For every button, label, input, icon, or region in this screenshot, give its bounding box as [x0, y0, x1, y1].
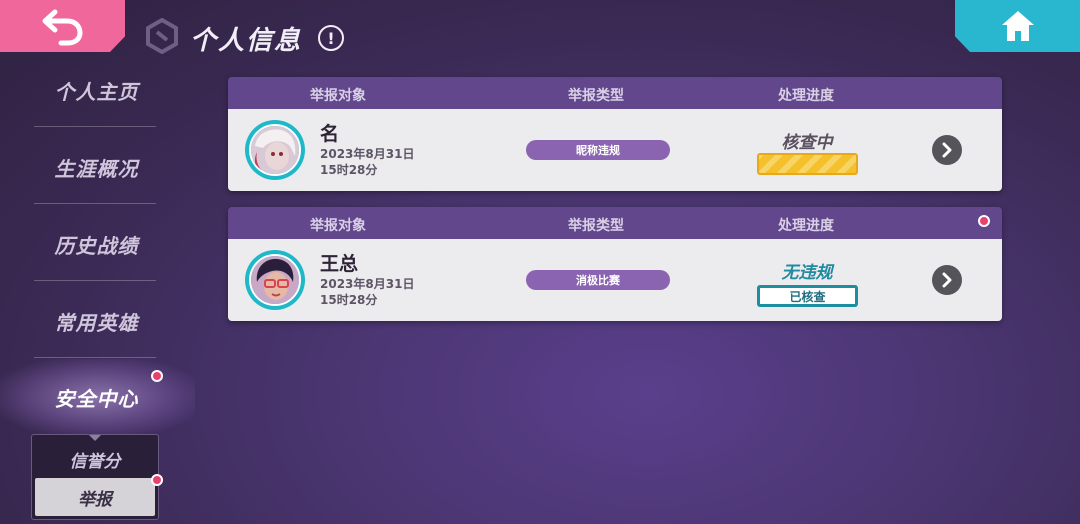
- sidebar-item-career[interactable]: 生涯概况: [0, 129, 195, 205]
- column-header-type: 举报类型: [568, 88, 624, 104]
- notification-dot: [978, 215, 990, 227]
- info-icon[interactable]: !: [318, 25, 345, 51]
- sidebar-item-label: 个人主页: [54, 79, 139, 104]
- reported-player-name: 王总: [320, 253, 359, 275]
- sidebar-item-label: 历史战绩: [54, 233, 139, 258]
- divider: [34, 203, 156, 204]
- divider: [34, 357, 156, 358]
- reported-player-name: 名: [320, 123, 340, 145]
- chevron-right-icon: [942, 142, 952, 158]
- report-datetime: 2023年8月31日 15时28分: [320, 146, 414, 178]
- avatar: [245, 120, 305, 180]
- detail-button[interactable]: [932, 135, 962, 165]
- report-datetime: 2023年8月31日 15时28分: [320, 276, 414, 308]
- sidebar-item-history[interactable]: 历史战绩: [0, 206, 195, 282]
- card-body: 名 2023年8月31日 15时28分 昵称违规 核查中: [228, 109, 1002, 191]
- column-header-type: 举报类型: [568, 218, 624, 234]
- home-icon: [1001, 11, 1034, 41]
- report-card[interactable]: 举报对象 举报类型 处理进度 名 2023年8月31日 15时28分 昵称违规 …: [228, 77, 1002, 191]
- sidebar-item-label: 安全中心: [54, 386, 139, 411]
- report-time: 15时28分: [320, 163, 378, 177]
- page-title: 个人信息: [190, 25, 303, 56]
- subnav-report[interactable]: 举报: [35, 478, 155, 516]
- notification-dot: [151, 370, 163, 382]
- back-arrow-icon: [42, 9, 83, 46]
- sidebar-item-label: 常用英雄: [54, 310, 139, 335]
- divider: [34, 126, 156, 127]
- card-header: 举报对象 举报类型 处理进度: [228, 207, 1002, 239]
- security-subnav: 信誉分 举报: [31, 434, 159, 520]
- progress-status: 无违规: [781, 263, 833, 283]
- notification-dot: [151, 474, 163, 486]
- detail-button[interactable]: [932, 265, 962, 295]
- card-body: 王总 2023年8月31日 15时28分 消极比赛 无违规 已核查: [228, 239, 1002, 321]
- column-header-progress: 处理进度: [778, 88, 834, 104]
- sidebar-item-heroes[interactable]: 常用英雄: [0, 283, 195, 359]
- avatar: [245, 250, 305, 310]
- report-type-badge: 昵称违规: [526, 140, 670, 160]
- result-badge: 已核查: [757, 285, 858, 307]
- chevron-right-icon: [942, 272, 952, 288]
- report-type-badge: 消极比赛: [526, 270, 670, 290]
- report-date: 2023年8月31日: [320, 147, 415, 161]
- report-date: 2023年8月31日: [320, 277, 415, 291]
- progress-status: 核查中: [781, 133, 833, 153]
- home-button[interactable]: [955, 0, 1080, 52]
- column-header-target: 举报对象: [310, 218, 366, 234]
- subnav-credit-score[interactable]: 信誉分: [35, 440, 155, 478]
- sidebar-item-label: 生涯概况: [54, 156, 139, 181]
- column-header-progress: 处理进度: [778, 218, 834, 234]
- card-header: 举报对象 举报类型 处理进度: [228, 77, 1002, 109]
- report-card[interactable]: 举报对象 举报类型 处理进度 王总 2023年8月31日 15时28分 消极比赛: [228, 207, 1002, 321]
- sidebar-item-security[interactable]: 安全中心: [0, 359, 195, 435]
- divider: [34, 280, 156, 281]
- back-button[interactable]: [0, 0, 125, 52]
- progress-bar-checking: [757, 153, 858, 175]
- sidebar-item-profile[interactable]: 个人主页: [0, 52, 195, 128]
- hero-portrait-icon: [251, 126, 299, 174]
- column-header-target: 举报对象: [310, 88, 366, 104]
- hero-portrait-icon: [251, 256, 299, 304]
- report-time: 15时28分: [320, 293, 378, 307]
